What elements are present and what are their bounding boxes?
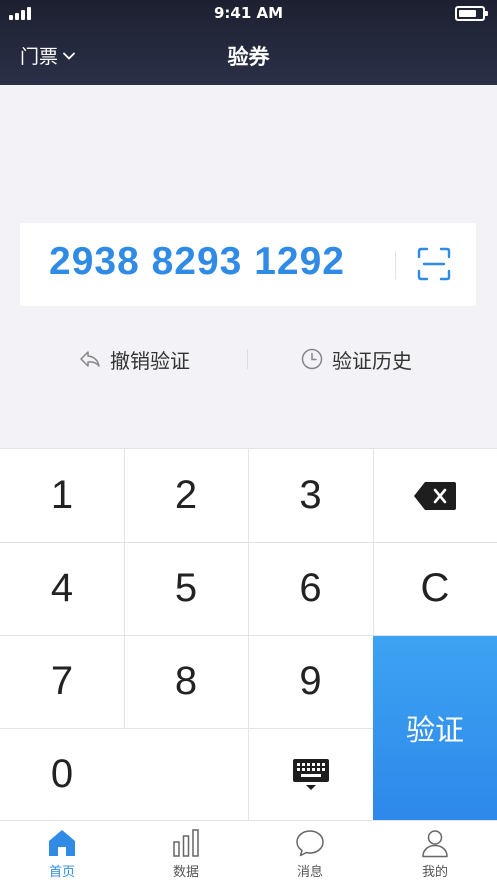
- user-icon: [422, 830, 448, 858]
- key-0[interactable]: 0: [0, 728, 124, 821]
- undo-arrow-icon: [80, 351, 100, 367]
- key-9[interactable]: 9: [248, 635, 373, 728]
- status-bar: 9:41 AM: [0, 0, 497, 28]
- coupon-code-card: 2938 8293 1292: [20, 223, 476, 306]
- tab-label: 首页: [48, 865, 75, 880]
- hide-keyboard-key[interactable]: [248, 728, 373, 821]
- bottom-tab-bar: 首页 数据 消息 我的: [0, 820, 497, 883]
- bar-chart-icon: [173, 829, 199, 857]
- chat-bubble-icon: [296, 830, 324, 857]
- grid-line: [0, 635, 497, 636]
- divider: [247, 349, 248, 369]
- header: 9:41 AM 门票 验券: [0, 0, 497, 85]
- status-time: 9:41 AM: [213, 4, 284, 22]
- tab-label: 数据: [172, 865, 199, 880]
- numeric-keypad: 1 2 3 4 5 6 C 7 8 9 0 验证: [0, 448, 497, 821]
- clock-icon: [301, 348, 323, 370]
- backspace-key[interactable]: [373, 449, 497, 542]
- grid-line: [124, 449, 125, 728]
- revoke-verification-button[interactable]: 撤销验证: [78, 336, 190, 382]
- key-2[interactable]: 2: [124, 449, 248, 542]
- revoke-label: 撤销验证: [110, 348, 190, 373]
- verify-button[interactable]: 验证: [373, 635, 497, 821]
- keyboard-icon: [292, 758, 329, 790]
- tab-home[interactable]: 首页: [0, 821, 124, 883]
- backspace-icon: [414, 481, 456, 510]
- tab-label: 消息: [296, 865, 323, 880]
- key-1[interactable]: 1: [0, 449, 124, 542]
- tab-messages[interactable]: 消息: [248, 821, 372, 883]
- page-title: 验券: [227, 45, 270, 69]
- grid-line: [0, 542, 497, 543]
- key-3[interactable]: 3: [248, 449, 373, 542]
- action-row: 撤销验证 验证历史: [0, 336, 497, 382]
- clear-key[interactable]: C: [373, 542, 497, 635]
- key-8[interactable]: 8: [124, 635, 248, 728]
- coupon-code-display[interactable]: 2938 8293 1292: [49, 240, 345, 284]
- tab-data[interactable]: 数据: [124, 821, 248, 883]
- key-5[interactable]: 5: [124, 542, 248, 635]
- nav-bar: 门票 验券: [0, 28, 497, 85]
- verification-history-button[interactable]: 验证历史: [300, 336, 412, 382]
- home-icon: [49, 830, 75, 856]
- grid-line: [0, 728, 373, 729]
- key-4[interactable]: 4: [0, 542, 124, 635]
- key-6[interactable]: 6: [248, 542, 373, 635]
- scan-icon[interactable]: [417, 247, 451, 281]
- history-label: 验证历史: [332, 348, 412, 373]
- key-7[interactable]: 7: [0, 635, 124, 728]
- battery-icon: [455, 6, 488, 21]
- tab-label: 我的: [421, 865, 448, 880]
- divider: [395, 251, 396, 279]
- tab-profile[interactable]: 我的: [373, 821, 497, 883]
